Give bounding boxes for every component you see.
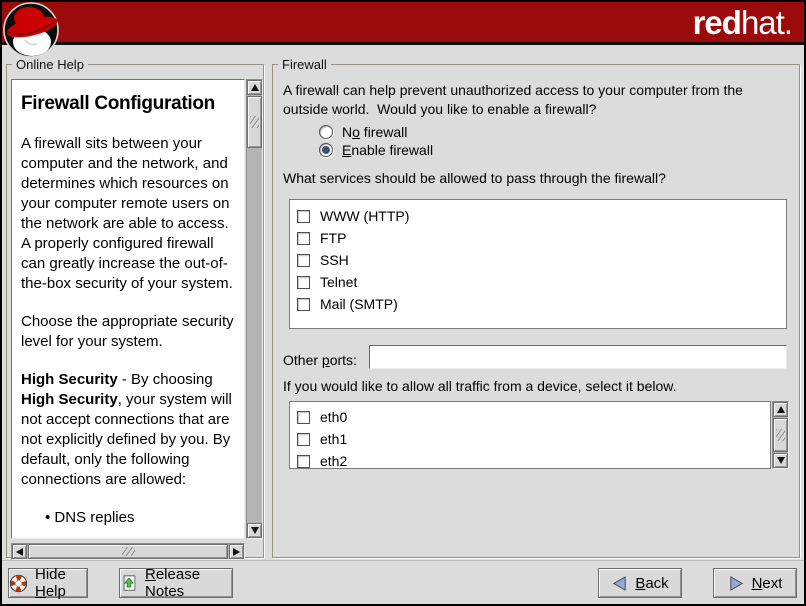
triangle-down-icon	[251, 527, 259, 534]
redhat-wordmark: redhat.	[693, 4, 792, 42]
scroll-down-button[interactable]	[247, 523, 262, 538]
other-ports-label: Other ports:	[283, 351, 357, 370]
device-label: eth0	[320, 409, 347, 425]
service-label: WWW (HTTP)	[320, 208, 409, 224]
wordmark-period: .	[784, 4, 792, 41]
firewall-intro-text: A firewall can help prevent unauthorized…	[283, 81, 791, 119]
triangle-right-icon	[233, 548, 240, 556]
help-hscrollbar-thumb[interactable]	[28, 544, 228, 559]
triangle-up-icon	[251, 84, 259, 91]
triangle-down-icon	[777, 457, 785, 464]
high-security-term: High Security	[21, 371, 118, 388]
release-notes-doc-icon	[120, 574, 138, 593]
high-security-term: High Security	[21, 391, 118, 408]
service-row-telnet[interactable]: Telnet	[290, 271, 786, 293]
scrollbar-grip-icon	[122, 547, 135, 556]
arrow-right-icon	[728, 575, 745, 592]
online-help-frame-label: Online Help	[12, 57, 88, 72]
checkbox[interactable]	[297, 455, 310, 468]
scrollbar-grip-icon	[250, 116, 259, 128]
help-title: Firewall Configuration	[21, 93, 235, 115]
help-horizontal-scrollbar[interactable]	[11, 543, 245, 560]
redhat-shadowman-icon	[3, 2, 60, 59]
help-vertical-scrollbar[interactable]	[246, 79, 263, 539]
service-label: Telnet	[320, 274, 357, 290]
online-help-panel: Online Help Firewall Configuration A fir…	[6, 64, 264, 558]
back-label: Back	[635, 575, 668, 592]
firewall-panel: Firewall A firewall can help prevent una…	[272, 64, 800, 558]
radio-no-firewall[interactable]: No firewall	[319, 124, 407, 140]
radio-enable-firewall-label: Enable firewall	[342, 142, 433, 158]
scroll-down-button[interactable]	[773, 453, 788, 468]
device-label: eth1	[320, 431, 347, 447]
device-row-eth0[interactable]: eth0	[290, 406, 770, 428]
firewall-frame-label: Firewall	[278, 57, 331, 72]
device-row-eth1[interactable]: eth1	[290, 428, 770, 450]
scroll-right-button[interactable]	[229, 544, 244, 559]
radio-button[interactable]	[319, 143, 333, 157]
checkbox[interactable]	[297, 411, 310, 424]
service-label: Mail (SMTP)	[320, 296, 398, 312]
checkbox[interactable]	[297, 276, 310, 289]
radio-button[interactable]	[319, 125, 333, 139]
next-button[interactable]: Next	[713, 568, 797, 598]
scroll-left-button[interactable]	[12, 544, 27, 559]
installer-window: redhat. Online Help Firewall Configurati…	[0, 0, 806, 606]
other-ports-input[interactable]	[369, 345, 787, 369]
triangle-left-icon	[16, 548, 23, 556]
help-paragraph-3: High Security - By choosing High Securit…	[21, 370, 235, 490]
services-question: What services should be allowed to pass …	[283, 169, 666, 188]
device-label: eth2	[320, 453, 347, 469]
header-bar	[2, 2, 804, 45]
service-label: SSH	[320, 252, 349, 268]
checkbox[interactable]	[297, 433, 310, 446]
triangle-up-icon	[777, 406, 785, 413]
devices-scrollbar[interactable]	[772, 401, 789, 469]
scrollbar-grip-icon	[776, 429, 785, 441]
service-row-www[interactable]: WWW (HTTP)	[290, 205, 786, 227]
wordmark-hat: hat	[741, 4, 784, 41]
service-row-mail[interactable]: Mail (SMTP)	[290, 293, 786, 315]
back-button[interactable]: Back	[598, 568, 682, 598]
radio-enable-firewall[interactable]: Enable firewall	[319, 142, 433, 158]
help-paragraph-2: Choose the appropriate security level fo…	[21, 312, 235, 352]
help-scrollbar-thumb[interactable]	[247, 96, 262, 148]
life-ring-icon	[9, 574, 28, 593]
scroll-up-button[interactable]	[773, 402, 788, 417]
device-row-eth2[interactable]: eth2	[290, 450, 770, 469]
service-row-ssh[interactable]: SSH	[290, 249, 786, 271]
devices-scrollbar-thumb[interactable]	[773, 418, 788, 452]
hide-help-label: Hide Help	[35, 566, 87, 600]
checkbox[interactable]	[297, 210, 310, 223]
services-list: WWW (HTTP) FTP SSH Telnet Mail (SMTP)	[289, 199, 787, 329]
checkbox[interactable]	[297, 254, 310, 267]
radio-no-firewall-label: No firewall	[342, 124, 407, 140]
scroll-up-button[interactable]	[247, 80, 262, 95]
hide-help-button[interactable]: Hide Help	[8, 568, 88, 598]
arrow-left-icon	[611, 575, 628, 592]
help-paragraph-1: A firewall sits between your computer an…	[21, 134, 235, 294]
checkbox[interactable]	[297, 232, 310, 245]
checkbox[interactable]	[297, 298, 310, 311]
next-label: Next	[752, 575, 783, 592]
service-label: FTP	[320, 230, 346, 246]
help-text-area: Firewall Configuration A firewall sits b…	[11, 79, 245, 539]
service-row-ftp[interactable]: FTP	[290, 227, 786, 249]
footer-separator	[2, 560, 804, 562]
help-bullet-dns-replies: DNS replies	[21, 508, 235, 528]
release-notes-button[interactable]: Release Notes	[119, 568, 233, 598]
release-notes-label: Release Notes	[145, 566, 232, 600]
wordmark-red: red	[693, 4, 741, 41]
devices-list: eth0 eth1 eth2	[289, 401, 771, 469]
devices-hint: If you would like to allow all traffic f…	[283, 377, 676, 396]
